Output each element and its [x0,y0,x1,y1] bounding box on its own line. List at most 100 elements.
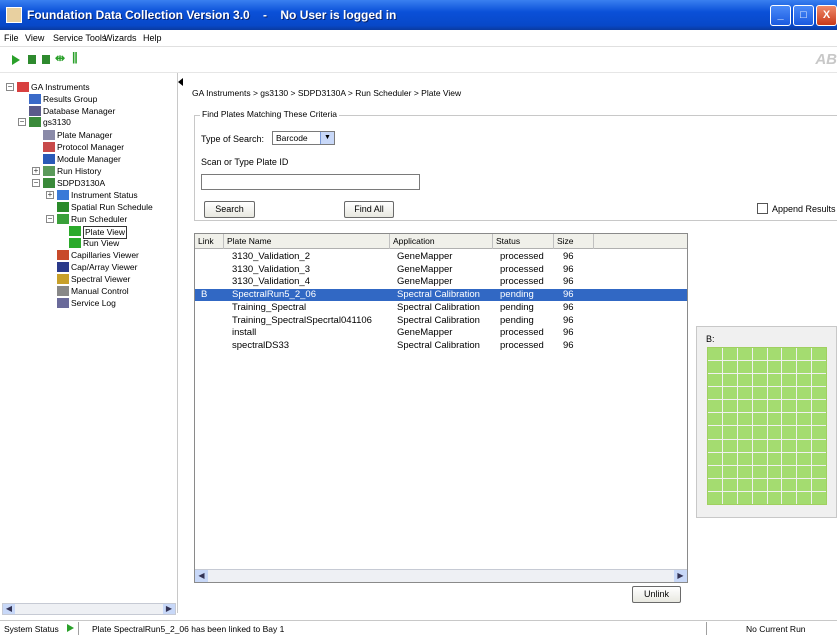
plate-well[interactable] [767,452,782,465]
menu-file[interactable]: File [4,33,19,43]
plate-well[interactable] [797,478,812,491]
plate-well[interactable] [752,465,767,478]
plate-well[interactable] [722,400,737,413]
plate-well[interactable] [722,374,737,387]
plate-well[interactable] [752,374,767,387]
plate-well[interactable] [737,491,752,504]
pause-icon[interactable]: || [72,50,78,64]
plate-well[interactable] [797,439,812,452]
find-all-button[interactable]: Find All [344,201,394,218]
plate-well[interactable] [708,426,722,439]
plate-well[interactable] [797,413,812,426]
plate-well[interactable] [767,413,782,426]
stop-icon[interactable] [28,55,36,64]
plate-well[interactable] [782,374,797,387]
column-link[interactable]: Link [195,234,224,249]
tree-expander-icon[interactable]: − [18,118,26,126]
tree-expander-icon[interactable]: − [46,215,54,223]
plate-well[interactable] [708,400,722,413]
plate-well[interactable] [767,465,782,478]
plate-well[interactable] [767,348,782,361]
search-type-select[interactable]: Barcode ▼ [272,131,335,145]
plate-well[interactable] [737,452,752,465]
table-row[interactable]: 3130_Validation_4 GeneMapper processed 96 [195,276,687,288]
plate-well[interactable] [797,465,812,478]
plate-well[interactable] [767,374,782,387]
table-row[interactable]: B SpectralRun5_2_06 Spectral Calibration pe… [195,289,687,302]
plate-well[interactable] [767,400,782,413]
plate-well[interactable] [737,426,752,439]
plate-well[interactable] [708,439,722,452]
plate-well[interactable] [782,491,797,504]
plate-well[interactable] [782,478,797,491]
plate-well[interactable] [722,361,737,374]
play-icon[interactable] [12,55,20,65]
plate-well[interactable] [752,387,767,400]
chevron-down-icon[interactable]: ▼ [320,132,334,144]
table-row[interactable]: Training_Spectral Spectral Calibration pen… [195,302,687,314]
plate-well[interactable] [812,478,826,491]
plate-well[interactable] [782,361,797,374]
plate-well[interactable] [737,465,752,478]
skip-icon[interactable]: ⇹ [55,51,65,65]
plate-well[interactable] [722,413,737,426]
search-button[interactable]: Search [204,201,255,218]
append-results-checkbox[interactable] [757,203,768,214]
plate-well[interactable] [737,400,752,413]
close-button[interactable]: X [816,5,837,26]
plate-well[interactable] [767,439,782,452]
column-application[interactable]: Application [390,234,493,249]
plate-well[interactable] [782,465,797,478]
plate-well[interactable] [812,361,826,374]
plate-well[interactable] [812,491,826,504]
plate-well[interactable] [722,426,737,439]
collapse-panel-icon[interactable] [178,78,183,86]
plate-well[interactable] [812,452,826,465]
plate-well[interactable] [812,400,826,413]
plate-well[interactable] [797,400,812,413]
plate-well[interactable] [708,491,722,504]
menu-service-tools[interactable]: Service Tools [53,33,106,43]
plate-well[interactable] [737,348,752,361]
plate-well[interactable] [722,348,737,361]
minimize-button[interactable]: _ [770,5,791,26]
plate-well[interactable] [782,452,797,465]
table-row[interactable]: Training_SpectralSpecrtal041106 Spectral … [195,315,687,327]
plate-well[interactable] [812,387,826,400]
plate-well[interactable] [782,413,797,426]
plate-well[interactable] [737,374,752,387]
plate-well[interactable] [797,426,812,439]
scroll-right-icon[interactable]: ▶ [674,570,687,582]
tree-expander-icon[interactable]: + [46,191,54,199]
plate-well[interactable] [752,426,767,439]
plate-well[interactable] [708,413,722,426]
table-horizontal-scrollbar[interactable]: ◀ ▶ [195,569,687,582]
unlink-button[interactable]: Unlink [632,586,681,603]
menu-view[interactable]: View [25,33,44,43]
plate-well[interactable] [812,465,826,478]
tree-horizontal-scrollbar[interactable]: ◀ ▶ [2,603,176,615]
plate-well[interactable] [708,478,722,491]
plate-well[interactable] [722,491,737,504]
plate-well[interactable] [812,439,826,452]
column-status[interactable]: Status [493,234,554,249]
plate-well[interactable] [708,387,722,400]
plate-well[interactable] [752,348,767,361]
plate-well[interactable] [767,426,782,439]
plate-well[interactable] [782,426,797,439]
plate-well[interactable] [797,374,812,387]
plate-well[interactable] [782,439,797,452]
plate-id-input[interactable] [201,174,420,190]
scroll-left-icon[interactable]: ◀ [195,570,208,582]
scroll-left-icon[interactable]: ◀ [3,604,15,614]
table-row[interactable]: spectralDS33 Spectral Calibration processe… [195,340,687,352]
tree-expander-icon[interactable]: − [6,83,14,91]
plate-well[interactable] [737,439,752,452]
plate-well[interactable] [722,439,737,452]
scroll-right-icon[interactable]: ▶ [163,604,175,614]
stop-icon[interactable] [42,55,50,64]
plate-well[interactable] [752,491,767,504]
plate-well[interactable] [767,361,782,374]
plate-well[interactable] [797,348,812,361]
maximize-button[interactable]: □ [793,5,814,26]
